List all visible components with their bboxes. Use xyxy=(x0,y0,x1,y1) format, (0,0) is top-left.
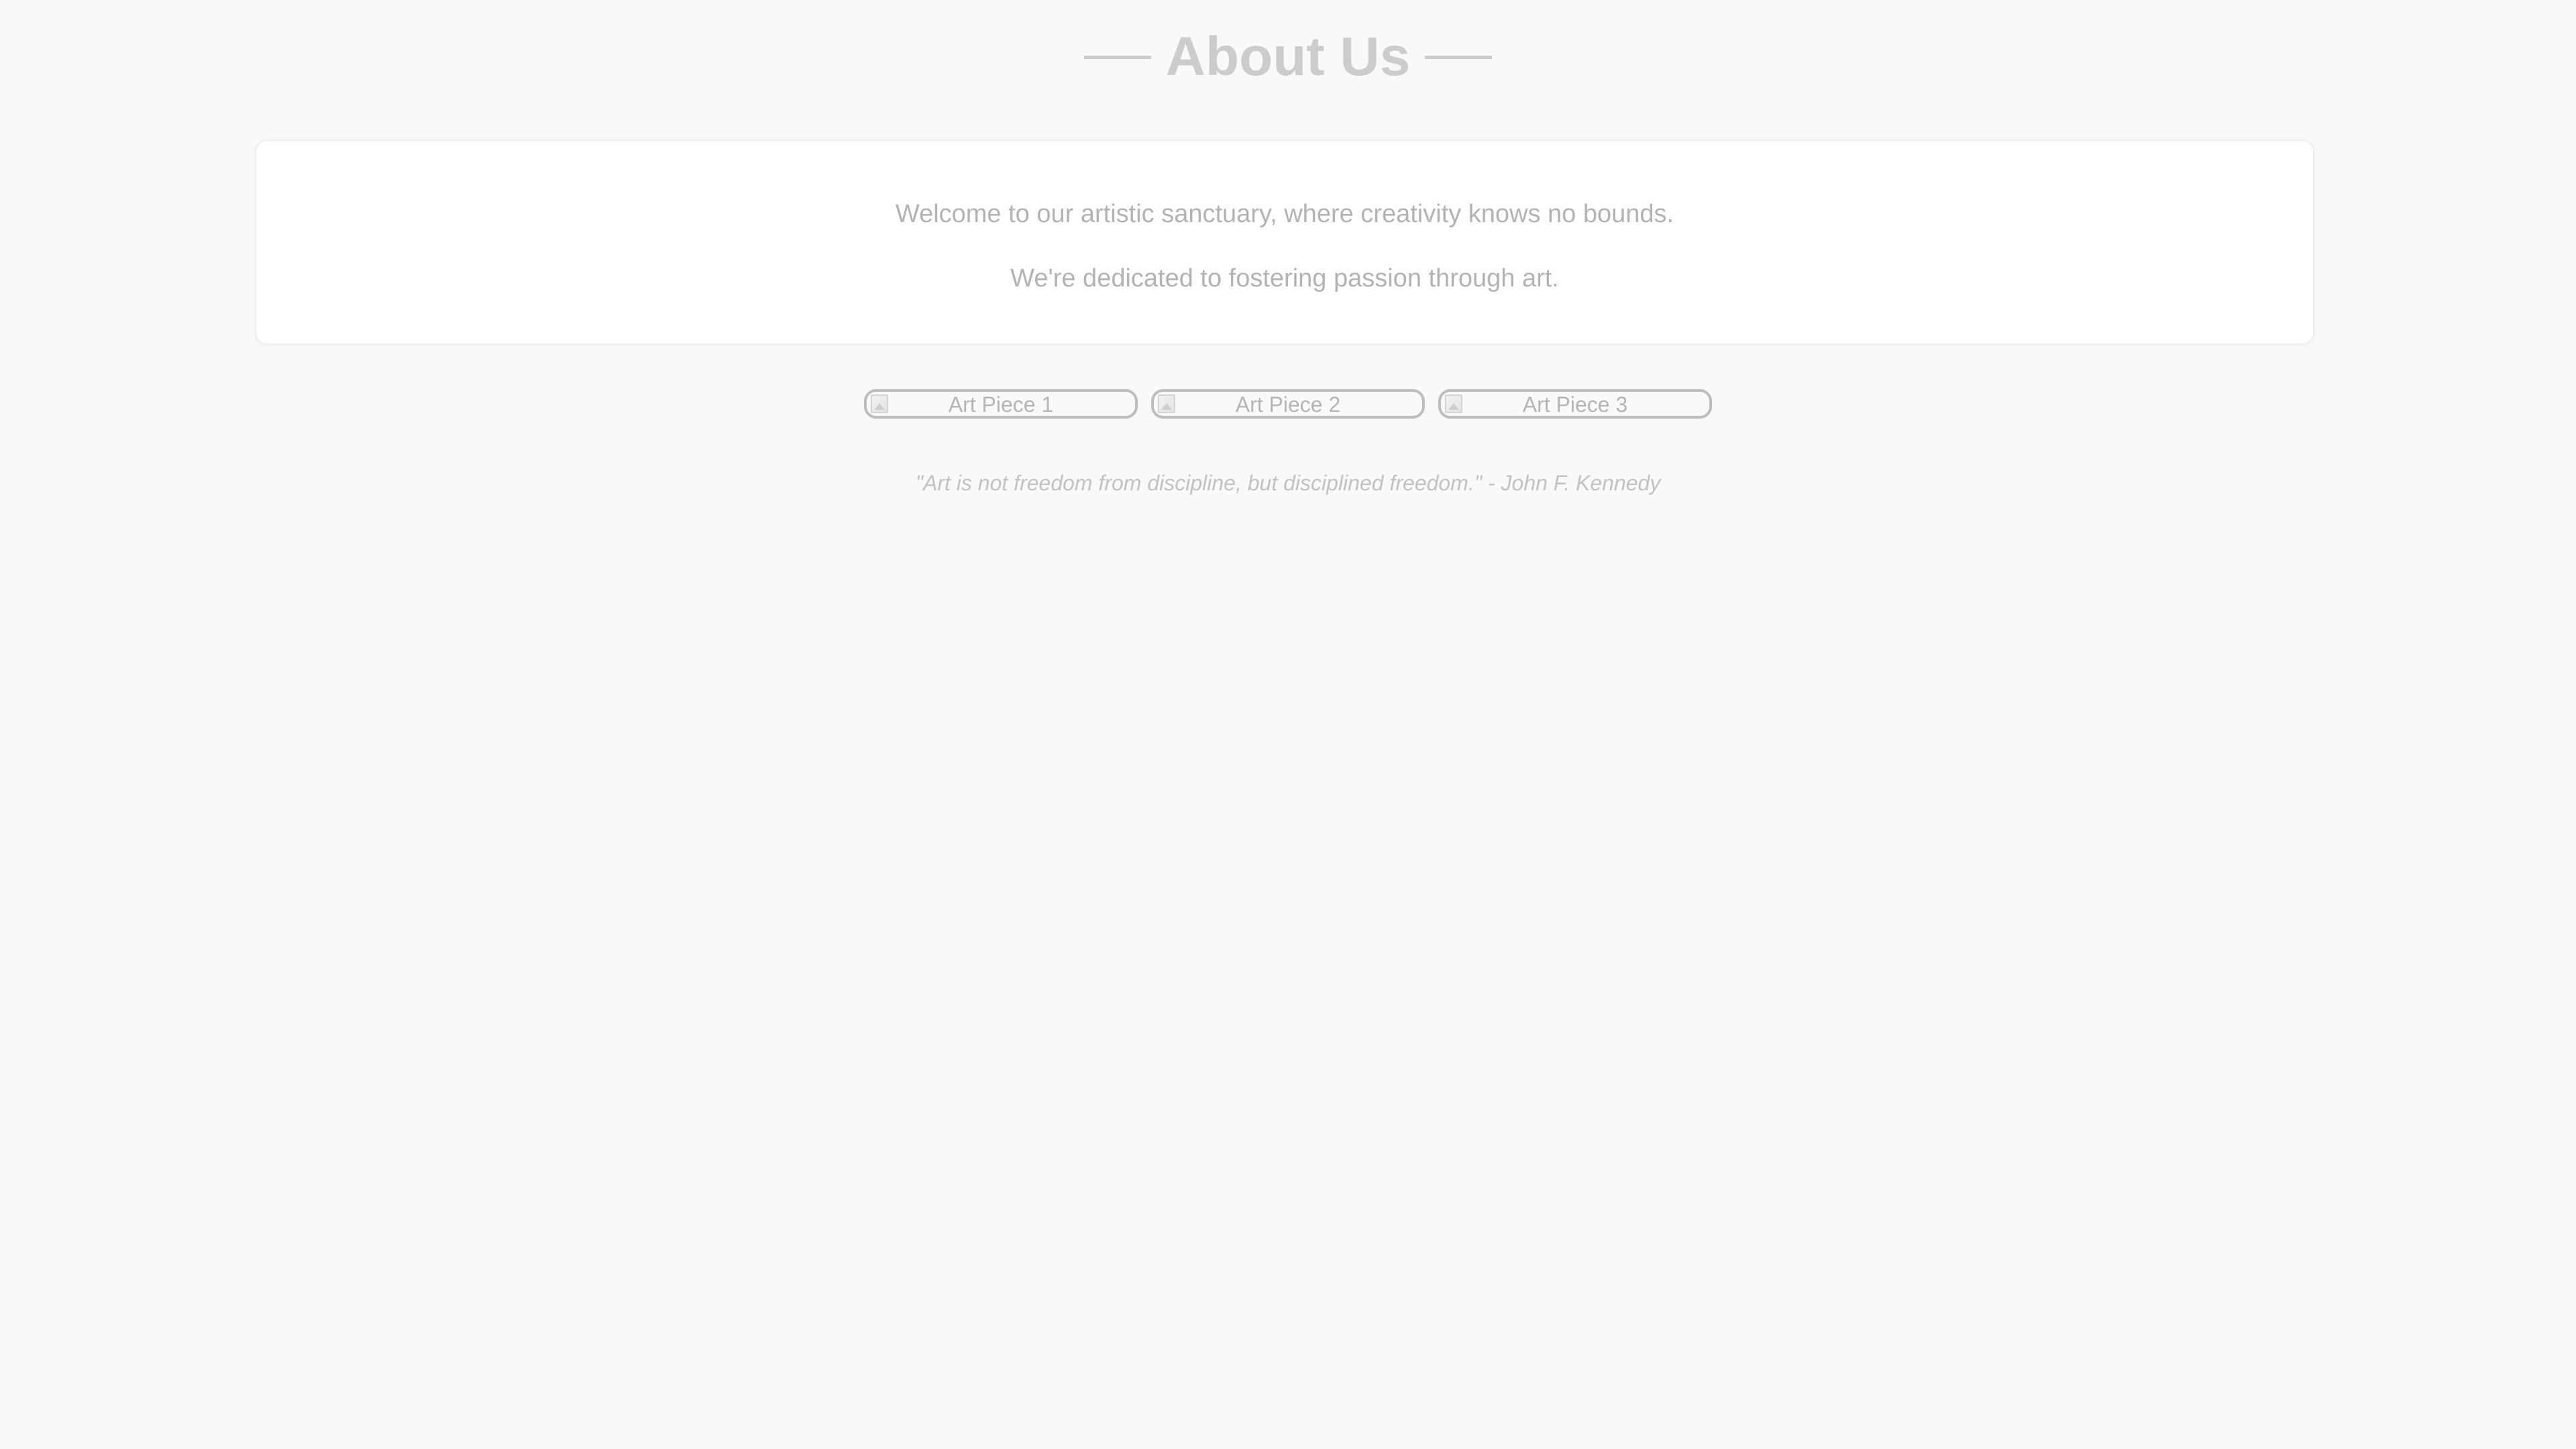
about-intro-card: Welcome to our artistic sanctuary, where… xyxy=(255,140,2314,345)
page-heading: About Us xyxy=(0,20,2576,94)
page-title: About Us xyxy=(1165,26,1411,87)
art-piece-1-alt-text: Art Piece 1 xyxy=(948,392,1054,417)
art-gallery: Art Piece 1 Art Piece 2 Art Piece 3 xyxy=(0,389,2576,421)
intro-paragraph-welcome: Welcome to our artistic sanctuary, where… xyxy=(895,200,1674,228)
art-piece-2-image: Art Piece 2 xyxy=(1151,389,1425,419)
art-quote: "Art is not freedom from discipline, but… xyxy=(915,471,1661,495)
art-piece-3-alt-text: Art Piece 3 xyxy=(1522,392,1628,417)
heading-left-divider xyxy=(1083,55,1151,59)
heading-right-divider xyxy=(1425,55,1493,59)
art-piece-2-alt-text: Art Piece 2 xyxy=(1235,392,1341,417)
art-piece-3-image: Art Piece 3 xyxy=(1438,389,1712,419)
art-piece-1-image: Art Piece 1 xyxy=(864,389,1138,419)
intro-paragraph-mission: We're dedicated to fostering passion thr… xyxy=(1010,264,1559,292)
